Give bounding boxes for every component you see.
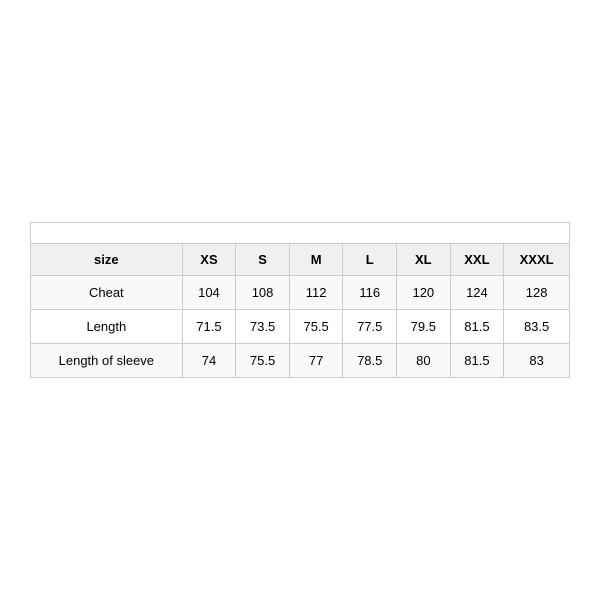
cell-2-5: 81.5 [450, 344, 504, 378]
cell-1-2: 75.5 [289, 310, 343, 344]
cell-0-6: 128 [504, 276, 570, 310]
col-header-XXL: XXL [450, 244, 504, 276]
cell-1-3: 77.5 [343, 310, 397, 344]
cell-1-6: 83.5 [504, 310, 570, 344]
cell-1-5: 81.5 [450, 310, 504, 344]
col-header-S: S [236, 244, 290, 276]
col-header-L: L [343, 244, 397, 276]
cell-2-1: 75.5 [236, 344, 290, 378]
cell-0-3: 116 [343, 276, 397, 310]
size-chart-table: sizeXSSMLXLXXLXXXL Cheat1041081121161201… [30, 222, 570, 378]
col-header-XXXL: XXXL [504, 244, 570, 276]
cell-1-1: 73.5 [236, 310, 290, 344]
size-chart-wrapper: sizeXSSMLXLXXLXXXL Cheat1041081121161201… [30, 222, 570, 378]
table-row: Length71.573.575.577.579.581.583.5 [31, 310, 570, 344]
cell-0-0: 104 [182, 276, 236, 310]
cell-0-2: 112 [289, 276, 343, 310]
cell-2-4: 80 [397, 344, 451, 378]
cell-2-0: 74 [182, 344, 236, 378]
row-label-2: Length of sleeve [31, 344, 183, 378]
cell-1-4: 79.5 [397, 310, 451, 344]
title-row [31, 223, 570, 244]
col-header-XS: XS [182, 244, 236, 276]
header-row: sizeXSSMLXLXXLXXXL [31, 244, 570, 276]
row-label-0: Cheat [31, 276, 183, 310]
cell-2-2: 77 [289, 344, 343, 378]
col-size-label: size [31, 244, 183, 276]
cell-2-6: 83 [504, 344, 570, 378]
cell-0-1: 108 [236, 276, 290, 310]
cell-0-4: 120 [397, 276, 451, 310]
table-row: Cheat104108112116120124128 [31, 276, 570, 310]
cell-2-3: 78.5 [343, 344, 397, 378]
col-header-M: M [289, 244, 343, 276]
row-label-1: Length [31, 310, 183, 344]
table-row: Length of sleeve7475.57778.58081.583 [31, 344, 570, 378]
cell-0-5: 124 [450, 276, 504, 310]
chart-title [31, 223, 570, 244]
cell-1-0: 71.5 [182, 310, 236, 344]
col-header-XL: XL [397, 244, 451, 276]
